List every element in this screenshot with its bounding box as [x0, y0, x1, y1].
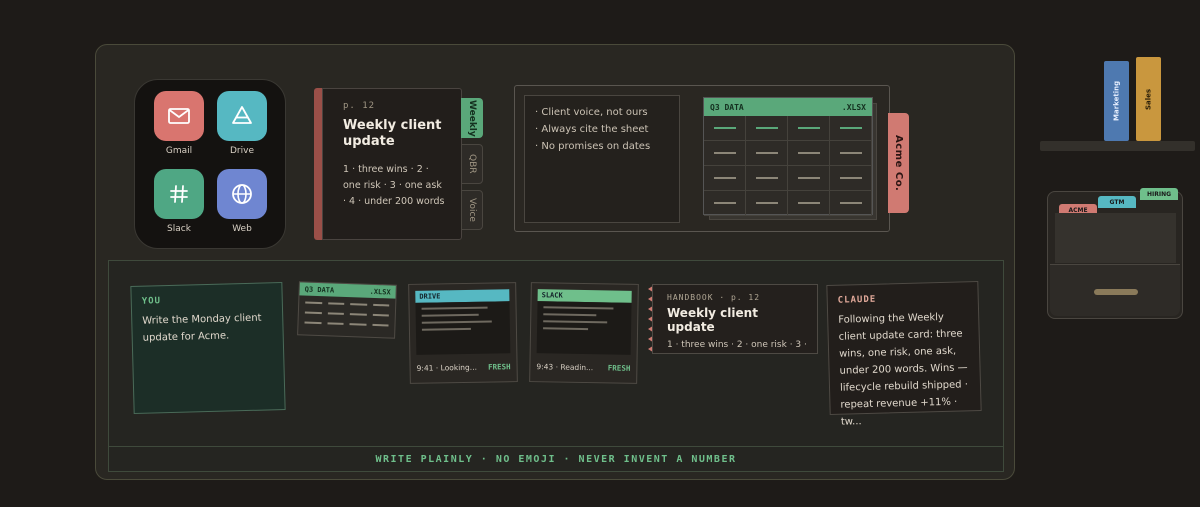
- voice-rules-page: · Client voice, not ours · Always cite t…: [524, 95, 680, 223]
- drawer-handle[interactable]: [1094, 289, 1138, 295]
- tab-qbr[interactable]: QBR: [461, 144, 483, 184]
- status-badge: FRESH: [487, 362, 511, 372]
- doc-preview: [415, 301, 511, 355]
- app-web[interactable]: Web: [217, 169, 267, 234]
- cabinet-folders: [1055, 213, 1176, 263]
- app-gmail[interactable]: Gmail: [154, 91, 204, 156]
- mini-sheet-title: Q3 DATA: [304, 285, 335, 295]
- snippet-title: Weekly client update: [667, 306, 758, 334]
- book-marketing[interactable]: Marketing: [1104, 61, 1129, 141]
- folder-tab-hiring[interactable]: HIRING: [1140, 188, 1178, 200]
- speaker-label: YOU: [141, 296, 162, 307]
- mail-icon: [154, 91, 204, 141]
- handbook-title: Weekly client update: [343, 118, 442, 149]
- handbook-snippet-card[interactable]: HANDBOOK · p. 12 Weekly client update 1 …: [652, 284, 818, 354]
- context-sheet-card[interactable]: Q3 DATA .XLSX: [297, 281, 397, 339]
- q3-data-sheet[interactable]: Q3 DATA .XLSX: [703, 97, 873, 216]
- speaker-label: CLAUDE: [837, 294, 877, 306]
- drive-timestamp: 9:41 · Looking...: [416, 362, 477, 373]
- user-message: Write the Monday client update for Acme.: [142, 312, 262, 344]
- drive-icon: [217, 91, 267, 141]
- sheet-title: Q3 DATA: [710, 102, 744, 112]
- snippet-body: 1 · three wins · 2 · one risk · 3 · o...: [667, 340, 807, 350]
- slack-timestamp: 9:43 · Readin...: [536, 362, 594, 373]
- tab-weekly[interactable]: Weekly: [461, 98, 483, 138]
- rule-item: · No promises on dates: [535, 141, 651, 152]
- handbook-page-number: p. 12: [343, 101, 376, 111]
- drive-doc-card[interactable]: DRIVE 9:41 · Looking... FRESH: [408, 282, 518, 384]
- handbook-body: 1 · three wins · 2 · one risk · 3 · one …: [343, 164, 445, 207]
- rule-item: · Always cite the sheet: [535, 124, 649, 135]
- sheet-header: Q3 DATA .XLSX: [704, 98, 872, 116]
- app-label: Drive: [230, 146, 254, 156]
- guideline-footer: WRITE PLAINLY · NO EMOJI · NEVER INVENT …: [108, 446, 1004, 472]
- hash-icon: [154, 169, 204, 219]
- app-label: Web: [232, 224, 252, 234]
- mini-sheet-ext: .XLSX: [369, 287, 391, 297]
- tab-voice[interactable]: Voice: [461, 190, 483, 230]
- app-slack[interactable]: Slack: [154, 169, 204, 234]
- sheet-grid: [704, 116, 872, 216]
- bookshelf: [1040, 141, 1195, 151]
- thread-preview: [536, 301, 632, 355]
- mini-sheet-grid: [298, 295, 395, 332]
- globe-icon: [217, 169, 267, 219]
- app-label: Slack: [167, 224, 191, 234]
- slack-thread-card[interactable]: SLACK 9:43 · Readin... FRESH: [529, 282, 639, 384]
- app-drive[interactable]: Drive: [217, 91, 267, 156]
- assistant-reply-card: CLAUDE Following the Weekly client updat…: [826, 281, 982, 428]
- handbook-page: p. 12 Weekly client update 1 · three win…: [322, 88, 462, 240]
- sheet-extension: .XLSX: [841, 102, 866, 112]
- client-tab-acme[interactable]: Acme Co.: [888, 113, 909, 213]
- book-sales[interactable]: Sales: [1136, 57, 1161, 141]
- snippet-source: HANDBOOK · p. 12: [667, 293, 761, 302]
- assistant-message: Following the Weekly client update card:…: [838, 311, 969, 428]
- rule-item: · Client voice, not ours: [535, 107, 648, 118]
- status-badge: FRESH: [607, 363, 631, 373]
- folder-tab-gtm[interactable]: GTM: [1098, 196, 1136, 208]
- user-message-card: YOU Write the Monday client update for A…: [130, 282, 286, 414]
- app-label: Gmail: [165, 146, 193, 156]
